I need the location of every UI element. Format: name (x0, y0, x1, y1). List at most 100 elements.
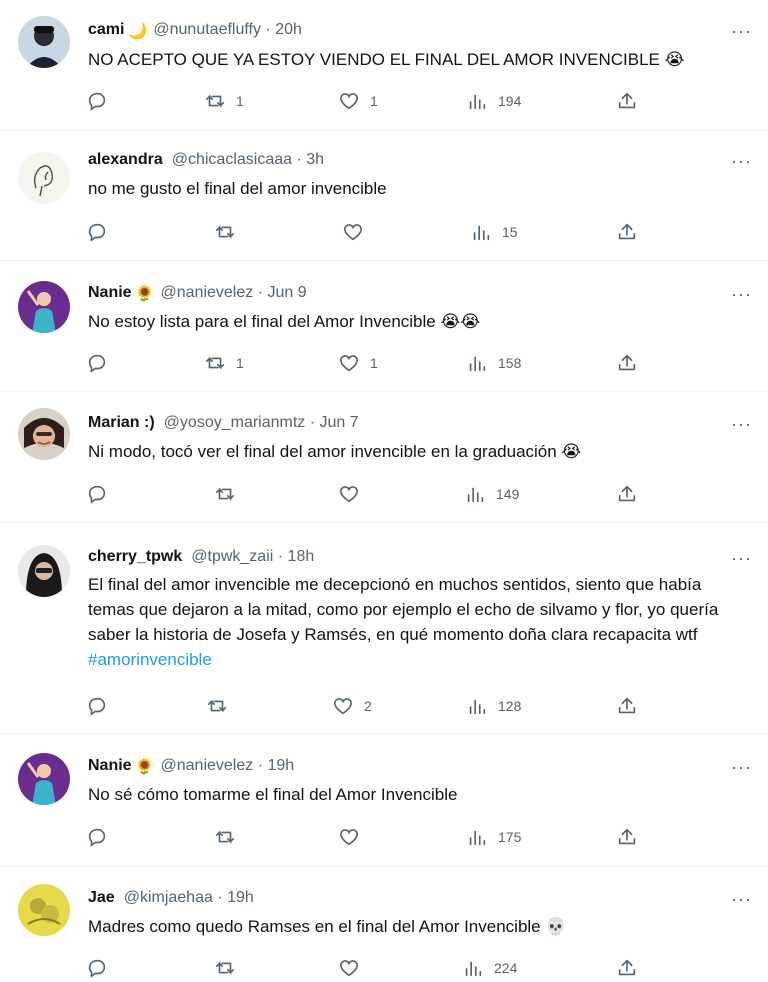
timestamp[interactable]: Jun 7 (320, 414, 359, 431)
tweet-text: NO ACEPTO QUE YA ESTOY VIENDO EL FINAL D… (88, 47, 748, 72)
user-handle[interactable]: @nanievelez (161, 284, 254, 301)
views-button[interactable]: 158 (466, 349, 521, 377)
user-handle[interactable]: @nanievelez (161, 757, 254, 774)
timestamp[interactable]: 18h (288, 548, 315, 565)
tweet-header: Nanie 🌻 @nanievelez · Jun 9 (88, 283, 307, 305)
share-button[interactable] (616, 954, 638, 982)
timestamp[interactable]: 19h (267, 757, 294, 774)
avatar[interactable] (18, 753, 70, 805)
views-button[interactable]: 175 (466, 823, 521, 851)
user-handle[interactable]: @chicaclasicaaa (172, 151, 292, 168)
display-name[interactable]: Jae (88, 889, 115, 906)
retweet-icon (204, 90, 226, 112)
display-name[interactable]: Nanie (88, 284, 132, 301)
timestamp[interactable]: 20h (275, 21, 302, 38)
display-name[interactable]: Marian :) (88, 414, 155, 431)
retweet-button[interactable] (214, 480, 246, 508)
tweet-header: Nanie 🌻 @nanievelez · 19h (88, 756, 294, 778)
share-button[interactable] (616, 692, 638, 720)
views-count: 15 (502, 224, 518, 240)
more-icon[interactable]: ··· (731, 415, 752, 433)
share-icon (616, 90, 638, 112)
tweet[interactable]: Nanie 🌻 @nanievelez · 19h ··· No sé cómo t… (0, 735, 768, 866)
retweet-button[interactable]: 1 (204, 87, 244, 115)
display-name[interactable]: cami (88, 21, 124, 38)
avatar[interactable] (18, 408, 70, 460)
retweet-button[interactable] (214, 823, 246, 851)
share-button[interactable] (616, 349, 638, 377)
like-button[interactable] (338, 823, 370, 851)
views-button[interactable]: 128 (466, 692, 521, 720)
more-icon[interactable]: ··· (731, 285, 752, 303)
tweet[interactable]: cami 🌙 @nunutaefluffy · 20h ··· NO ACEPTO … (0, 0, 768, 130)
tweet[interactable]: Nanie 🌻 @nanievelez · Jun 9 ··· No estoy l… (0, 261, 768, 392)
reply-button[interactable] (86, 218, 118, 246)
hashtag-link[interactable]: #amorinvencible (88, 650, 212, 669)
tweet-actions: 15 (0, 218, 768, 246)
more-icon[interactable]: ··· (731, 22, 752, 40)
retweet-button[interactable] (214, 218, 246, 246)
user-handle[interactable]: @kimjaehaa (124, 889, 213, 906)
separator-dot: · (257, 284, 264, 301)
share-icon (616, 483, 638, 505)
retweet-button[interactable] (214, 954, 246, 982)
user-handle[interactable]: @nunutaefluffy (153, 21, 261, 38)
retweet-count: 1 (236, 355, 244, 371)
display-name[interactable]: alexandra (88, 151, 163, 168)
tweet-text-body: No sé cómo tomarme el final del Amor Inv… (88, 785, 458, 804)
tweet-actions: 175 (0, 823, 768, 851)
reply-button[interactable] (86, 87, 118, 115)
views-icon (466, 90, 488, 112)
timestamp[interactable]: 19h (227, 889, 254, 906)
more-icon[interactable]: ··· (731, 152, 752, 170)
views-button[interactable]: 224 (462, 954, 517, 982)
tweet-actions: 1 1 194 (0, 87, 768, 115)
avatar[interactable] (18, 281, 70, 333)
share-button[interactable] (616, 480, 638, 508)
views-icon (470, 221, 492, 243)
retweet-button[interactable] (206, 692, 238, 720)
reply-button[interactable] (86, 823, 118, 851)
timestamp[interactable]: 3h (306, 151, 324, 168)
reply-button[interactable] (86, 349, 118, 377)
tweet-text-body: Ni modo, tocó ver el final del amor inve… (88, 442, 582, 461)
avatar[interactable] (18, 152, 70, 204)
tweet[interactable]: alexandra @chicaclasicaaa · 3h ··· no me … (0, 130, 768, 261)
separator-dot: · (265, 21, 271, 38)
reply-button[interactable] (86, 954, 118, 982)
more-icon[interactable]: ··· (731, 758, 752, 776)
like-button[interactable] (338, 480, 370, 508)
tweet-feed: cami 🌙 @nunutaefluffy · 20h ··· NO ACEPTO … (0, 0, 768, 981)
timestamp[interactable]: Jun 9 (267, 284, 306, 301)
reply-button[interactable] (86, 692, 118, 720)
like-button[interactable]: 1 (338, 349, 378, 377)
share-button[interactable] (616, 218, 638, 246)
retweet-icon (204, 352, 226, 374)
like-button[interactable] (342, 218, 374, 246)
user-handle[interactable]: @yosoy_marianmtz (164, 414, 306, 431)
share-button[interactable] (616, 823, 638, 851)
tweet[interactable]: Jae @kimjaehaa · 19h ··· Madres como qued… (0, 866, 768, 981)
display-name[interactable]: cherry_tpwk (88, 548, 182, 565)
views-icon (466, 826, 488, 848)
tweet[interactable]: cherry_tpwk @tpwk_zaii · 18h ··· El final… (0, 523, 768, 735)
tweet[interactable]: Marian :) @yosoy_marianmtz · Jun 7 ··· Ni… (0, 392, 768, 523)
views-icon (462, 957, 484, 979)
avatar[interactable] (18, 545, 70, 597)
reply-button[interactable] (86, 480, 118, 508)
display-name[interactable]: Nanie (88, 757, 132, 774)
retweet-icon (214, 483, 236, 505)
views-button[interactable]: 194 (466, 87, 521, 115)
avatar[interactable] (18, 16, 70, 68)
more-icon[interactable]: ··· (731, 890, 752, 908)
like-button[interactable]: 1 (338, 87, 378, 115)
more-icon[interactable]: ··· (731, 549, 752, 567)
views-button[interactable]: 15 (470, 218, 518, 246)
like-button[interactable] (338, 954, 370, 982)
like-button[interactable]: 2 (332, 692, 372, 720)
retweet-button[interactable]: 1 (204, 349, 244, 377)
views-button[interactable]: 149 (464, 480, 519, 508)
avatar[interactable] (18, 884, 70, 936)
user-handle[interactable]: @tpwk_zaii (191, 548, 273, 565)
share-button[interactable] (616, 87, 638, 115)
